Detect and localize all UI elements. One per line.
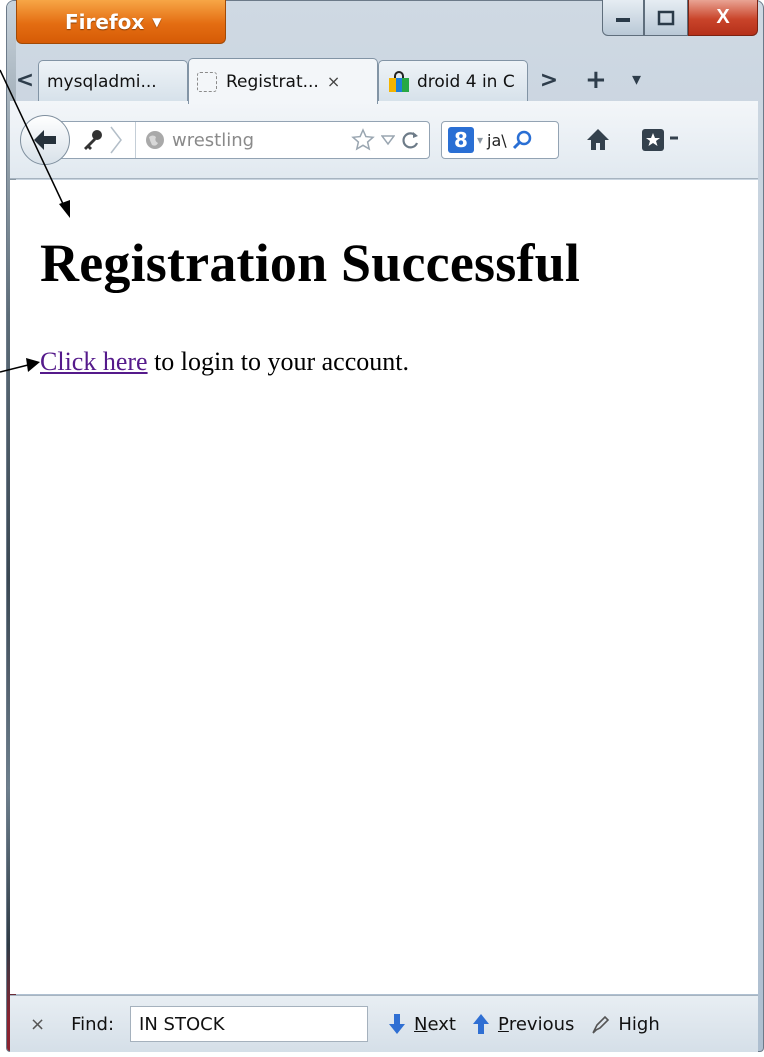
tab-close-icon[interactable]: × <box>327 72 340 91</box>
url-bar-actions <box>351 128 429 152</box>
tab-droid4[interactable]: droid 4 in C <box>378 60 528 102</box>
list-all-tabs-button[interactable]: ▾ <box>632 69 641 90</box>
close-icon: X <box>716 6 730 28</box>
firefox-menu-label: Firefox <box>65 9 145 34</box>
tab-scroll-right-button[interactable]: > <box>538 65 560 95</box>
find-next-rest: ext <box>427 1013 456 1035</box>
chevron-left-icon: < <box>15 67 35 93</box>
login-line-text: to login to your account. <box>147 347 409 376</box>
star-icon[interactable] <box>351 128 375 152</box>
find-previous-accel: P <box>497 1013 509 1035</box>
highlighter-icon <box>592 1015 610 1034</box>
tab-scroll-left-button[interactable]: < <box>14 65 36 95</box>
find-bar: × Find: IN STOCK Next Previous High <box>10 995 758 1052</box>
back-button[interactable] <box>20 115 70 165</box>
tab-label: mysqladmi... <box>47 71 157 92</box>
find-previous-button[interactable]: Previous <box>472 1013 574 1035</box>
search-input[interactable]: ja\ <box>487 131 507 150</box>
find-previous-rest: revious <box>508 1013 575 1035</box>
search-engine-icon[interactable]: 8 <box>448 127 474 153</box>
tab-label: droid 4 in C <box>417 71 515 92</box>
close-icon[interactable]: × <box>30 1014 45 1035</box>
tab-strip: < mysqladmi... Registrat... × droid 4 in… <box>10 55 758 104</box>
highlight-label: High <box>618 1013 660 1035</box>
reload-icon[interactable] <box>401 130 421 150</box>
find-input[interactable]: IN STOCK <box>130 1006 369 1042</box>
window-caption-buttons: X <box>602 0 758 36</box>
key-icon <box>84 130 102 150</box>
shopping-bag-icon <box>389 70 409 92</box>
find-next-button[interactable]: Next <box>388 1013 456 1035</box>
site-identity-button[interactable] <box>79 122 136 158</box>
highlight-all-button[interactable]: High <box>590 1013 660 1035</box>
chevron-right-icon <box>110 126 122 154</box>
maximize-icon <box>657 10 675 25</box>
page-content: Registration Successful Click here to lo… <box>10 180 758 994</box>
blank-page-icon <box>197 71 217 92</box>
find-next-accel: N <box>414 1013 428 1035</box>
minimize-icon <box>616 17 630 22</box>
up-arrow-icon <box>472 1014 489 1034</box>
chevron-down-icon: ▼ <box>152 14 162 29</box>
minimize-button[interactable] <box>602 0 644 36</box>
close-window-button[interactable]: X <box>688 0 758 36</box>
login-link[interactable]: Click here <box>40 347 148 376</box>
plus-icon: + <box>585 65 607 95</box>
dropdown-triangle-icon[interactable] <box>381 134 395 146</box>
maximize-button[interactable] <box>644 0 688 36</box>
globe-icon <box>146 131 164 149</box>
down-arrow-icon <box>389 1014 406 1034</box>
navigation-toolbar: wrestling 8 ▾ ja\ <box>10 101 758 179</box>
search-magnifier-icon[interactable] <box>511 129 533 151</box>
chevron-down-icon: ▾ <box>477 133 484 147</box>
url-bar[interactable]: wrestling <box>46 121 430 159</box>
tab-label: Registrat... <box>226 71 319 92</box>
chevron-right-icon: > <box>539 67 559 93</box>
bookmarks-icon[interactable] <box>640 127 684 153</box>
page-title: Registration Successful <box>40 233 581 293</box>
new-tab-button[interactable]: + <box>585 65 607 95</box>
home-icon[interactable] <box>585 127 611 153</box>
chevron-down-icon: ▾ <box>632 69 642 90</box>
firefox-menu-button[interactable]: Firefox ▼ <box>16 0 226 44</box>
find-label: Find: <box>71 1013 115 1035</box>
back-arrow-icon <box>34 130 56 150</box>
tab-mysqladmin[interactable]: mysqladmi... <box>38 60 188 102</box>
search-bar[interactable]: 8 ▾ ja\ <box>441 121 559 159</box>
find-query: IN STOCK <box>139 1013 225 1035</box>
url-text[interactable]: wrestling <box>172 130 254 151</box>
login-line: Click here to login to your account. <box>40 347 409 377</box>
tab-registration[interactable]: Registrat... × <box>188 58 378 104</box>
